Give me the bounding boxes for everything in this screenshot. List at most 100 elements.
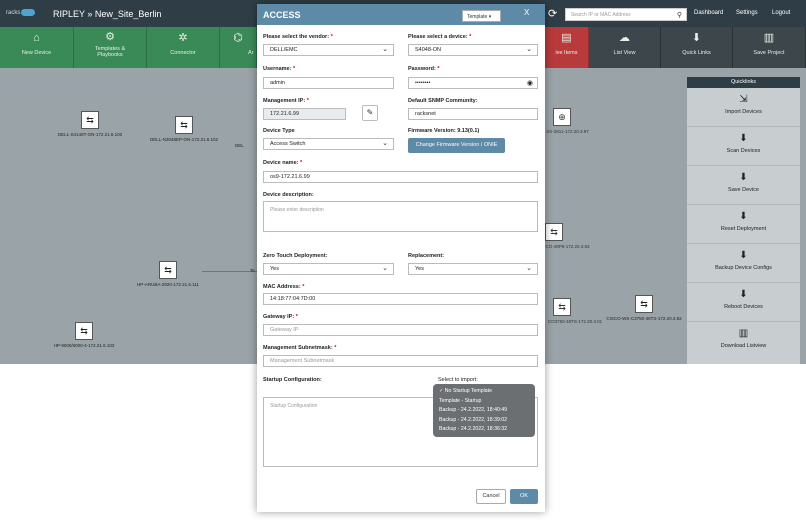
link-label: Download Listview bbox=[720, 343, 767, 349]
mac-input[interactable]: 14:18:77:04:7D:00 bbox=[263, 293, 538, 305]
password-label: Password: * bbox=[408, 66, 440, 72]
label-text: Gateway IP: bbox=[263, 314, 295, 320]
device-node[interactable]: DEL bbox=[235, 143, 257, 148]
listview-icon: ▥ bbox=[738, 328, 749, 339]
template-dropdown[interactable]: Template ▾ bbox=[462, 10, 501, 22]
node-label: DELL-S4148T-ON-172.21.6.100 bbox=[57, 132, 123, 137]
firmware-label: Firmware Version: 9.13(0.1) bbox=[408, 128, 480, 134]
replacement-select[interactable]: Yes bbox=[408, 263, 538, 275]
node-label: CO3750-48TS-172.20.3.01 bbox=[547, 319, 603, 324]
ar-icon: ⌬ bbox=[233, 32, 243, 44]
nav-dashboard[interactable]: Dashboard bbox=[694, 10, 723, 16]
description-textarea[interactable]: Please enter description bbox=[263, 201, 538, 232]
required-mark: * bbox=[334, 345, 337, 351]
import-option[interactable]: Backup - 24.2.2022, 18:39:02 bbox=[433, 416, 535, 426]
eye-icon[interactable]: ◉ bbox=[527, 79, 533, 87]
refresh-icon[interactable]: ⟳ bbox=[548, 7, 557, 20]
edit-pencil-icon[interactable]: ✎ bbox=[362, 105, 378, 121]
device-node[interactable]: ⇆ DELL-N3048EP-ON-172.21.6.102 bbox=[144, 116, 224, 142]
reset-deployment-link[interactable]: ⬇ Reset Deployment bbox=[687, 205, 800, 244]
caret-down-icon: ▾ bbox=[488, 14, 492, 20]
vendor-select[interactable]: DELL/EMC bbox=[263, 44, 394, 56]
device-label: Please select a device: * bbox=[408, 34, 471, 40]
search-icon[interactable]: ⚲ bbox=[677, 11, 682, 19]
device-name-label: Device name: * bbox=[263, 160, 302, 166]
nav-logout[interactable]: Logout bbox=[772, 10, 790, 16]
device-type-select[interactable]: Access Switch bbox=[263, 138, 394, 150]
switch-icon: ⇆ bbox=[635, 295, 653, 313]
node-label: SS-2811-172.20.3.97 bbox=[546, 129, 589, 134]
import-dropdown-menu[interactable]: ✓ No Startup Template Template - Startup… bbox=[433, 384, 535, 437]
ok-button[interactable]: OK bbox=[510, 489, 538, 504]
import-option[interactable]: Template - Startup bbox=[433, 397, 535, 407]
templates-button[interactable]: ⚙ Templates & Playbooks bbox=[74, 27, 147, 68]
button-label: Connector bbox=[170, 50, 196, 56]
node-label: Te bbox=[250, 268, 255, 273]
gateway-input[interactable]: Gateway IP bbox=[263, 324, 538, 336]
subnet-input[interactable]: Management Subnetmask bbox=[263, 355, 538, 367]
nav-settings[interactable]: Settings bbox=[736, 10, 758, 16]
mgmt-ip-input: 172.21.6.99 bbox=[263, 108, 346, 120]
list-view-button[interactable]: ☁ List View bbox=[589, 27, 661, 68]
quick-links-button[interactable]: ⬇ Quick Links bbox=[661, 27, 733, 68]
site-title: RIPLEY » New_Site_Berlin bbox=[53, 9, 162, 19]
username-input[interactable]: admin bbox=[263, 77, 394, 89]
save-project-icon: ▥ bbox=[763, 32, 775, 44]
backup-configs-link[interactable]: ⬇ Backup Device Configs bbox=[687, 244, 800, 283]
device-node[interactable]: Te bbox=[250, 268, 257, 273]
switch-icon: ⇆ bbox=[175, 116, 193, 134]
device-name-input[interactable]: os9-172.21.6.99 bbox=[263, 171, 538, 183]
link-label: Backup Device Configs bbox=[715, 265, 772, 271]
download-listview-link[interactable]: ▥ Download Listview bbox=[687, 322, 800, 361]
device-node[interactable]: ⊕ SS-2811-172.20.3.97 bbox=[545, 108, 590, 134]
required-mark: * bbox=[330, 34, 333, 40]
link-label: Reset Deployment bbox=[720, 226, 767, 232]
search-input[interactable]: Search IP or MAC Address ⚲ bbox=[565, 8, 687, 21]
device-node[interactable]: ⇆ CO3750-48TS-172.20.3.01 bbox=[545, 298, 605, 324]
device-node[interactable]: ⇆ CISCO-WS-C3750-48TS-172.20.3.92 bbox=[603, 295, 685, 321]
label-text: Please select a device: bbox=[408, 34, 468, 40]
node-label: CISCO-WS-C3750-48TS-172.20.3.92 bbox=[606, 316, 682, 321]
new-device-button[interactable]: ⌂ New Device bbox=[0, 27, 74, 68]
app-logo[interactable]: racks bbox=[6, 9, 36, 16]
label-text: Username: bbox=[263, 66, 292, 72]
link-label: Import Devices bbox=[725, 109, 762, 115]
reboot-devices-link[interactable]: ⬇ Reboot Devices bbox=[687, 283, 800, 322]
ar-button[interactable]: ⌬ Ar bbox=[220, 27, 257, 68]
cloud-icon bbox=[21, 9, 36, 16]
cancel-button[interactable]: Cancel bbox=[476, 489, 506, 504]
import-option[interactable]: Backup - 24.2.2022, 18:40:49 bbox=[433, 406, 535, 416]
download-icon: ⬇ bbox=[739, 133, 748, 144]
device-node[interactable]: ⇆ HP-ARUBA-2920-172.21.6.111 bbox=[128, 261, 208, 287]
device-select[interactable]: S4048-ON bbox=[408, 44, 538, 56]
vendor-label: Please select the vendor: * bbox=[263, 34, 333, 40]
button-label: Save Project bbox=[753, 50, 785, 56]
snmp-input[interactable]: racksnet bbox=[408, 108, 538, 120]
switch-icon: ⇆ bbox=[545, 223, 563, 241]
save-project-button[interactable]: ▥ Save Project bbox=[733, 27, 806, 68]
gateway-label: Gateway IP: * bbox=[263, 314, 298, 320]
device-node[interactable]: ⇆ HP-9000/6000-4-172.21.6.102 bbox=[44, 322, 124, 348]
change-firmware-button[interactable]: Change Firmware Version / ONIE bbox=[408, 138, 505, 153]
active-items-button[interactable]: ▤ ive Items bbox=[545, 27, 589, 68]
password-value: •••••••• bbox=[415, 80, 431, 86]
import-option[interactable]: Backup - 24.2.2022, 18:36:32 bbox=[433, 425, 535, 435]
button-label: Quick Links bbox=[682, 50, 711, 56]
connector-button[interactable]: ✲ Connector bbox=[147, 27, 220, 68]
device-node[interactable]: ⇆ DELL-S4148T-ON-172.21.6.100 bbox=[50, 111, 130, 137]
required-mark: * bbox=[292, 66, 296, 72]
required-mark: * bbox=[469, 34, 472, 40]
save-device-link[interactable]: ⬇ Save Device bbox=[687, 166, 800, 205]
mgmt-ip-label: Management IP: * bbox=[263, 98, 309, 104]
device-node[interactable]: ⇆ CO-48P8-172.20.3.93 bbox=[545, 223, 590, 249]
scan-devices-link[interactable]: ⬇ Scan Devices bbox=[687, 127, 800, 166]
label-text: Password: bbox=[408, 66, 436, 72]
description-label: Device description: bbox=[263, 192, 314, 198]
import-option[interactable]: ✓ No Startup Template bbox=[433, 387, 535, 397]
node-label: HP-ARUBA-2920-172.21.6.111 bbox=[137, 282, 199, 287]
node-label: DELL-N3048EP-ON-172.21.6.102 bbox=[149, 137, 219, 142]
password-input[interactable]: •••••••• ◉ bbox=[408, 77, 538, 89]
ztd-select[interactable]: Yes bbox=[263, 263, 394, 275]
close-icon[interactable]: X bbox=[524, 8, 529, 17]
import-devices-link[interactable]: ⇲ Import Devices bbox=[687, 88, 800, 127]
